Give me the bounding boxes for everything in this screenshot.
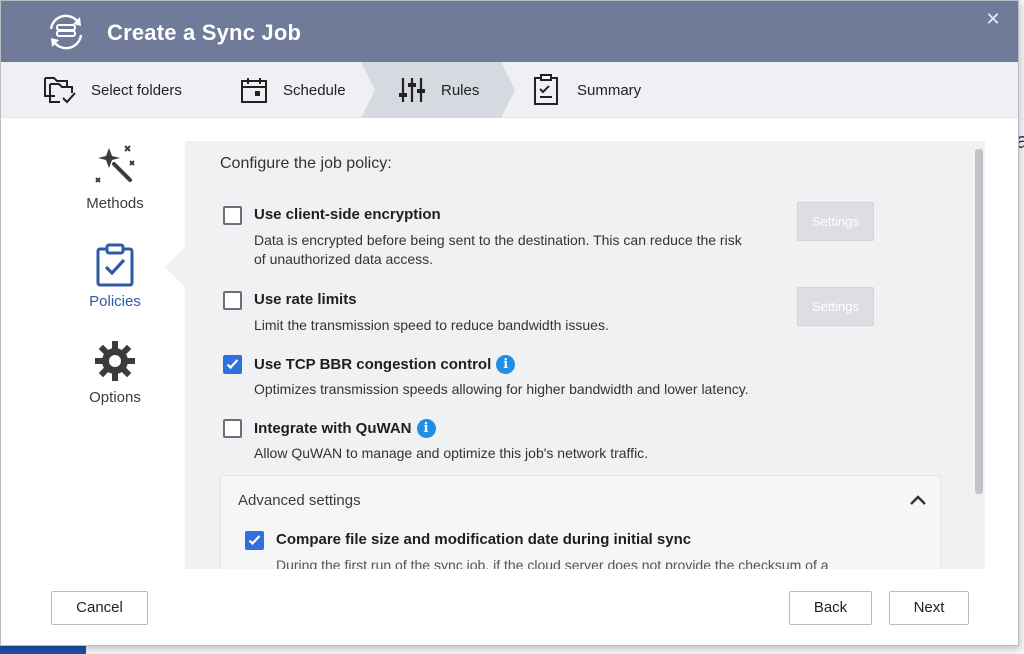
step-rules[interactable]: Rules (395, 62, 479, 118)
step-label: Rules (441, 81, 480, 99)
quwan-checkbox[interactable] (223, 419, 242, 438)
dialog-title: Create a Sync Job (107, 20, 302, 45)
title-bar: Create a Sync Job ✕ (1, 1, 1018, 62)
advanced-settings-section: Advanced settings Compare file size and … (220, 475, 941, 569)
option-title: Use TCP BBR congestion control (254, 356, 492, 373)
cancel-button[interactable]: Cancel (51, 591, 148, 625)
option-title-row: Use TCP BBR congestion control i (254, 355, 516, 374)
step-label: Select folders (91, 81, 182, 99)
nav-label: Options (89, 389, 141, 406)
nav-label: Policies (89, 293, 141, 310)
nav-policies[interactable]: Policies (57, 241, 173, 310)
option-title: Use client-side encryption (254, 206, 441, 223)
nav-methods[interactable]: Methods (57, 143, 173, 212)
clipboard-check-icon (91, 241, 139, 289)
folders-icon (43, 73, 77, 107)
step-label: Schedule (283, 81, 346, 99)
info-icon[interactable]: i (416, 419, 436, 438)
close-icon[interactable]: ✕ (984, 10, 1002, 28)
magic-wand-icon (91, 143, 139, 191)
rate-limits-settings-button[interactable]: Settings (797, 287, 874, 326)
option-rate-limits: Use rate limits Limit the transmission s… (223, 291, 843, 336)
gear-icon (91, 337, 139, 385)
nav-pointer (165, 247, 185, 287)
chevron-up-icon[interactable] (908, 490, 928, 510)
step-separator (361, 62, 377, 118)
info-icon[interactable]: i (496, 355, 516, 374)
option-tcp-bbr: Use TCP BBR congestion control i Optimiz… (223, 355, 843, 400)
step-separator (501, 62, 515, 118)
option-quwan: Integrate with QuWAN i Allow QuWAN to ma… (223, 419, 843, 464)
tcp-bbr-checkbox[interactable] (223, 355, 242, 374)
step-label: Summary (577, 81, 642, 99)
panel-scrollbar[interactable] (975, 149, 983, 494)
nav-label: Methods (86, 195, 144, 212)
calendar-icon (237, 73, 271, 107)
step-summary[interactable]: Summary (529, 62, 641, 118)
rate-limits-checkbox[interactable] (223, 291, 242, 310)
clipboard-icon (529, 73, 563, 107)
option-description: Limit the transmission speed to reduce b… (254, 317, 609, 333)
option-title: Compare file size and modification date … (276, 531, 692, 548)
option-title: Use rate limits (254, 291, 357, 308)
wizard-steps: Select folders Schedule Rules Summary (1, 62, 1018, 118)
next-button[interactable]: Next (889, 591, 969, 625)
option-description: During the first run of the sync job, if… (276, 557, 829, 569)
step-select-folders[interactable]: Select folders (43, 62, 182, 118)
panel-heading: Configure the job policy: (220, 155, 392, 172)
option-description: Optimizes transmission speeds allowing f… (254, 381, 749, 397)
encryption-settings-button[interactable]: Settings (797, 202, 874, 241)
create-sync-job-dialog: Create a Sync Job ✕ Select folders Sched… (0, 0, 1019, 646)
compare-file-size-checkbox[interactable] (245, 531, 264, 550)
nav-options[interactable]: Options (57, 337, 173, 406)
option-title: Integrate with QuWAN (254, 420, 412, 437)
checkmark-icon (248, 535, 261, 546)
option-client-side-encryption: Use client-side encryption Data is encry… (223, 206, 843, 267)
back-button[interactable]: Back (789, 591, 872, 625)
checkmark-icon (226, 359, 239, 370)
option-title-row: Integrate with QuWAN i (254, 419, 436, 438)
policy-panel: Configure the job policy: Use client-sid… (185, 141, 985, 569)
option-compare-file-size: Compare file size and modification date … (245, 531, 885, 569)
encryption-checkbox[interactable] (223, 206, 242, 225)
sync-logo-icon (45, 13, 87, 51)
advanced-settings-title[interactable]: Advanced settings (238, 492, 361, 509)
option-description: Allow QuWAN to manage and optimize this … (254, 445, 649, 461)
step-schedule[interactable]: Schedule (237, 62, 346, 118)
option-description: Data is encrypted before being sent to t… (254, 232, 742, 267)
sliders-icon (395, 73, 429, 107)
